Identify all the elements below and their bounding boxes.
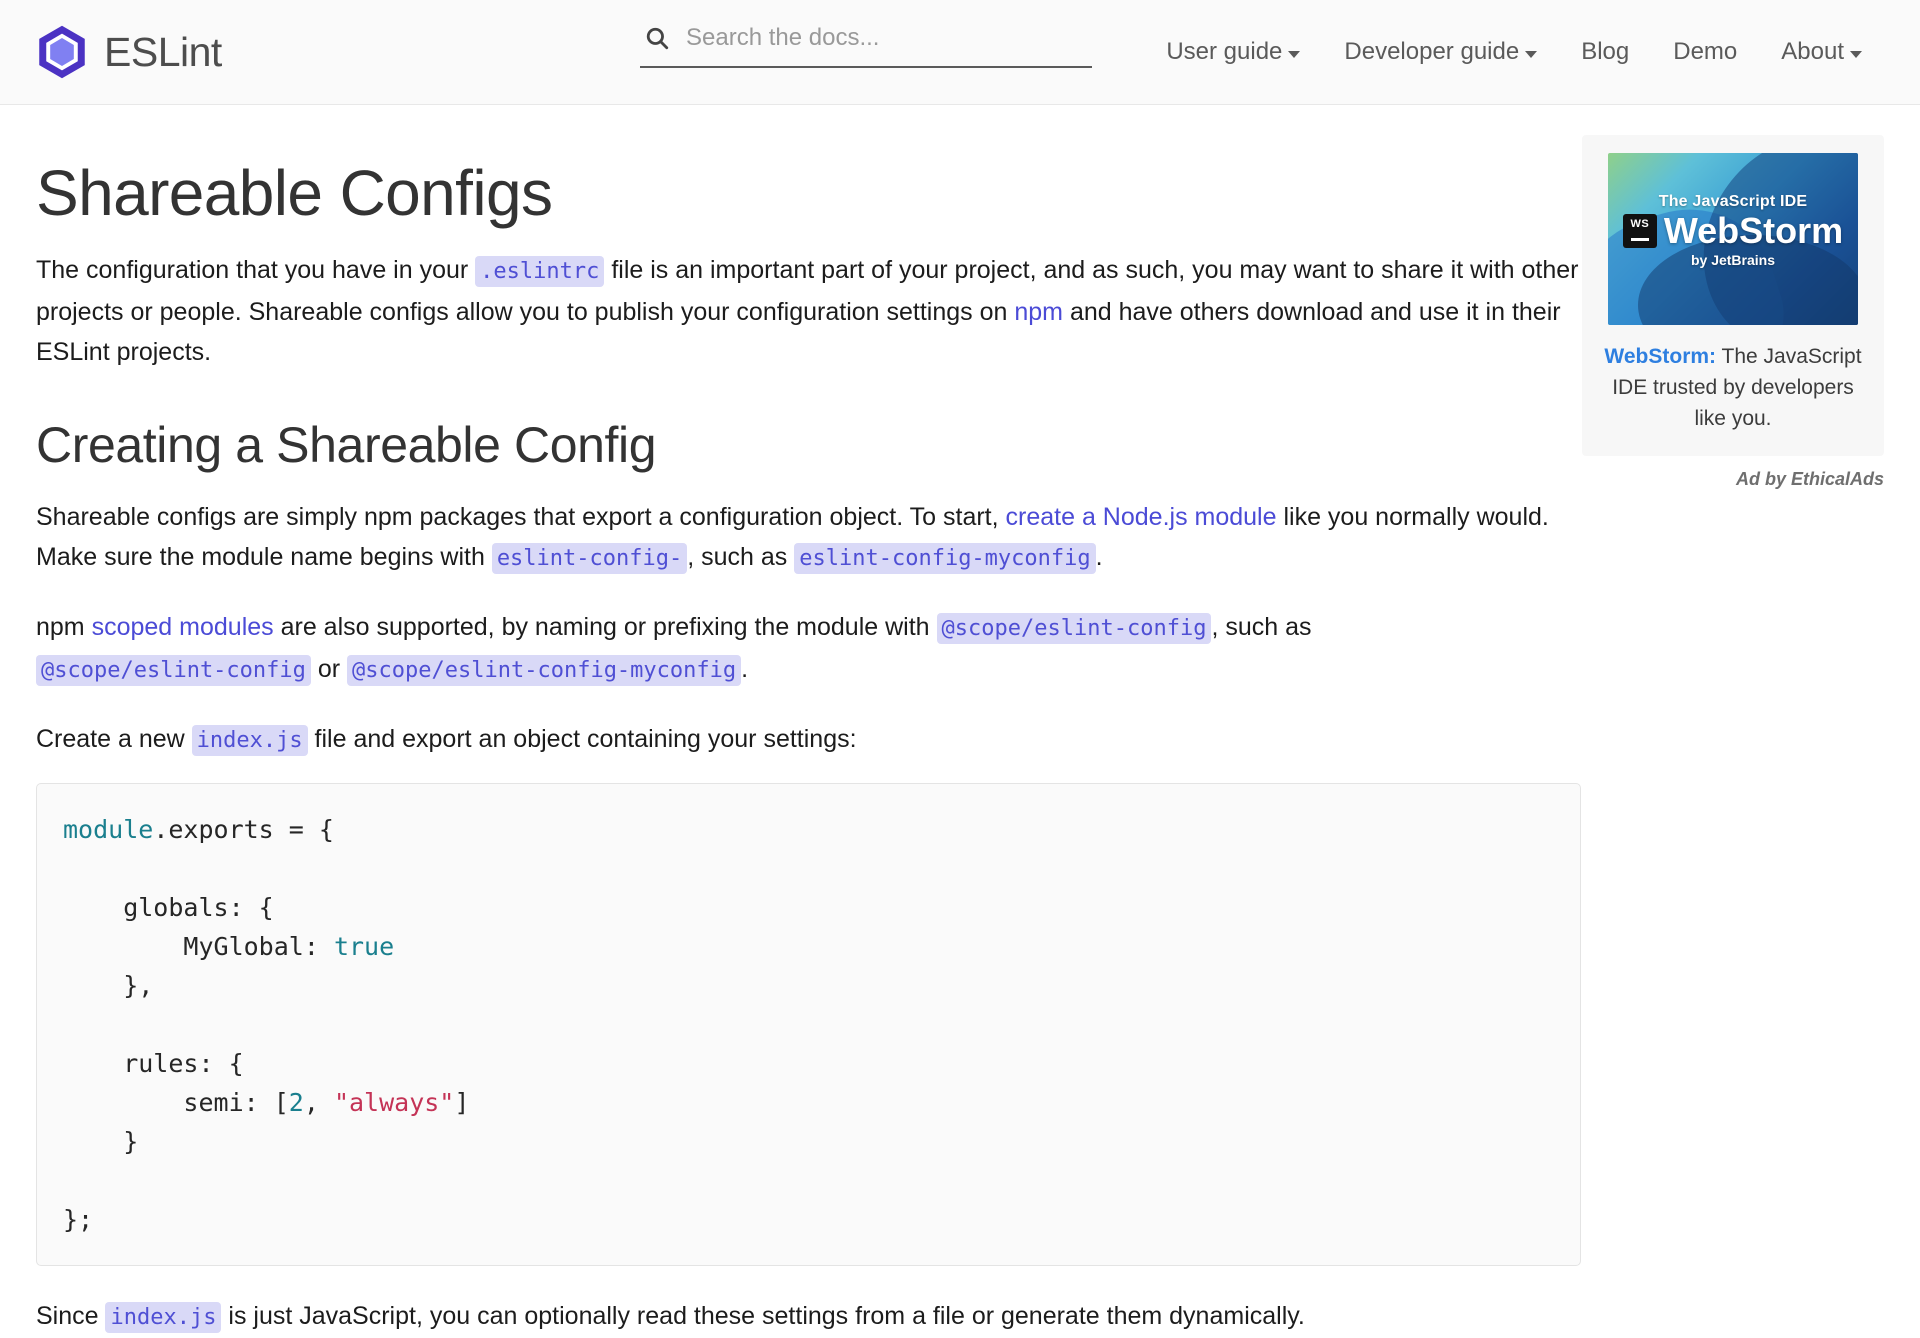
scoped-text-4: or — [311, 655, 347, 683]
inline-code-scope-eslint-config-myconfig: @scope/eslint-config-myconfig — [347, 655, 741, 686]
search-icon — [644, 25, 670, 51]
scoped-text-3: , such as — [1211, 613, 1311, 641]
code-block-content: module.exports = { globals: { MyGlobal: … — [63, 810, 1556, 1239]
primary-nav: User guide Developer guide Blog Demo Abo… — [1144, 30, 1884, 74]
chevron-down-icon — [1850, 51, 1862, 58]
creating-text-3: , such as — [687, 543, 794, 571]
search-input[interactable] — [686, 24, 1088, 52]
webstorm-badge-text: WS — [1623, 218, 1657, 230]
code-token: , — [304, 1088, 334, 1117]
intro-paragraph: The configuration that you have in your … — [36, 250, 1581, 372]
inline-code-scope-eslint-config: @scope/eslint-config — [937, 613, 1212, 644]
chevron-down-icon — [1525, 51, 1537, 58]
create-index-text-2: file and export an object containing you… — [308, 725, 857, 753]
create-index-text-1: Create a new — [36, 725, 192, 753]
code-token: "always" — [334, 1088, 454, 1117]
nav-item-demo[interactable]: Demo — [1651, 30, 1759, 74]
nav-item-user-guide[interactable]: User guide — [1144, 30, 1322, 74]
brand-home-link[interactable]: ESLint — [34, 24, 222, 80]
scoped-text-2: are also supported, by naming or prefixi… — [274, 613, 937, 641]
nav-item-label: About — [1781, 38, 1844, 66]
creating-text-4: . — [1096, 543, 1103, 571]
code-block[interactable]: module.exports = { globals: { MyGlobal: … — [36, 783, 1581, 1266]
code-token: globals: { — [63, 893, 274, 922]
since-text-1: Since — [36, 1302, 105, 1330]
scoped-text-5: . — [741, 655, 748, 683]
paragraph-since: Since index.js is just JavaScript, you c… — [36, 1296, 1581, 1338]
code-token: ] — [454, 1088, 469, 1117]
paragraph-create-index: Create a new index.js file and export an… — [36, 719, 1581, 761]
code-token: }, — [63, 971, 153, 1000]
creating-text-1: Shareable configs are simply npm package… — [36, 503, 1006, 531]
ad-text-strong: WebStorm: — [1604, 345, 1716, 368]
chevron-down-icon — [1288, 51, 1300, 58]
code-token: module — [63, 815, 153, 844]
search-box[interactable] — [640, 20, 1092, 68]
code-token: true — [334, 932, 394, 961]
eslint-hexagon-logo-icon — [34, 24, 90, 80]
code-token: .exports = { — [153, 815, 334, 844]
code-token: }; — [63, 1205, 93, 1234]
intro-text-1: The configuration that you have in your — [36, 256, 475, 284]
nav-item-developer-guide[interactable]: Developer guide — [1322, 30, 1559, 74]
ad-image-tagline: The JavaScript IDE — [1608, 193, 1858, 211]
nav-item-label: Demo — [1673, 38, 1737, 66]
nav-item-label: Developer guide — [1344, 38, 1519, 66]
ad-text: WebStorm: The JavaScript IDE trusted by … — [1598, 341, 1868, 434]
webstorm-logo-icon: WS — [1623, 214, 1657, 248]
link-create-node-module[interactable]: create a Node.js module — [1006, 503, 1277, 531]
ad-sidebar: The JavaScript IDE WS WebStorm by JetBra… — [1582, 135, 1884, 490]
webstorm-badge-bar — [1631, 238, 1649, 241]
code-token: 2 — [289, 1088, 304, 1117]
nav-item-label: Blog — [1581, 38, 1629, 66]
ad-image-by: by JetBrains — [1608, 252, 1858, 268]
inline-code-eslint-config-prefix: eslint-config- — [492, 543, 687, 574]
scoped-text-1: npm — [36, 613, 92, 641]
nav-item-about[interactable]: About — [1759, 30, 1884, 74]
inline-code-eslint-config-myconfig: eslint-config-myconfig — [794, 543, 1095, 574]
link-scoped-modules[interactable]: scoped modules — [92, 613, 274, 641]
link-npm[interactable]: npm — [1014, 298, 1063, 326]
ad-card[interactable]: The JavaScript IDE WS WebStorm by JetBra… — [1582, 135, 1884, 456]
main-content: Shareable Configs The configuration that… — [36, 105, 1581, 1338]
paragraph-creating: Shareable configs are simply npm package… — [36, 497, 1581, 579]
page-body: The JavaScript IDE WS WebStorm by JetBra… — [0, 105, 1920, 1338]
nav-item-blog[interactable]: Blog — [1559, 30, 1651, 74]
ad-credit[interactable]: Ad by EthicalAds — [1582, 469, 1884, 490]
inline-code-eslintrc: .eslintrc — [475, 256, 604, 287]
brand-name: ESLint — [104, 32, 222, 73]
code-token: } — [63, 1127, 138, 1156]
ad-image-brand: WebStorm — [1664, 213, 1843, 249]
top-navbar: ESLint User guide Developer guide Blog D… — [0, 0, 1920, 105]
code-token: rules: { — [63, 1049, 244, 1078]
paragraph-scoped: npm scoped modules are also supported, b… — [36, 607, 1581, 691]
since-text-2: is just JavaScript, you can optionally r… — [221, 1302, 1304, 1330]
inline-code-index-js-2: index.js — [105, 1302, 221, 1333]
code-token: semi: [ — [63, 1088, 289, 1117]
section-title-creating: Creating a Shareable Config — [36, 418, 1581, 473]
page-title: Shareable Configs — [36, 159, 1581, 228]
ad-banner-image[interactable]: The JavaScript IDE WS WebStorm by JetBra… — [1608, 153, 1858, 325]
inline-code-index-js: index.js — [192, 725, 308, 756]
nav-item-label: User guide — [1166, 38, 1282, 66]
inline-code-scope-eslint-config-2: @scope/eslint-config — [36, 655, 311, 686]
code-token: MyGlobal: — [63, 932, 334, 961]
